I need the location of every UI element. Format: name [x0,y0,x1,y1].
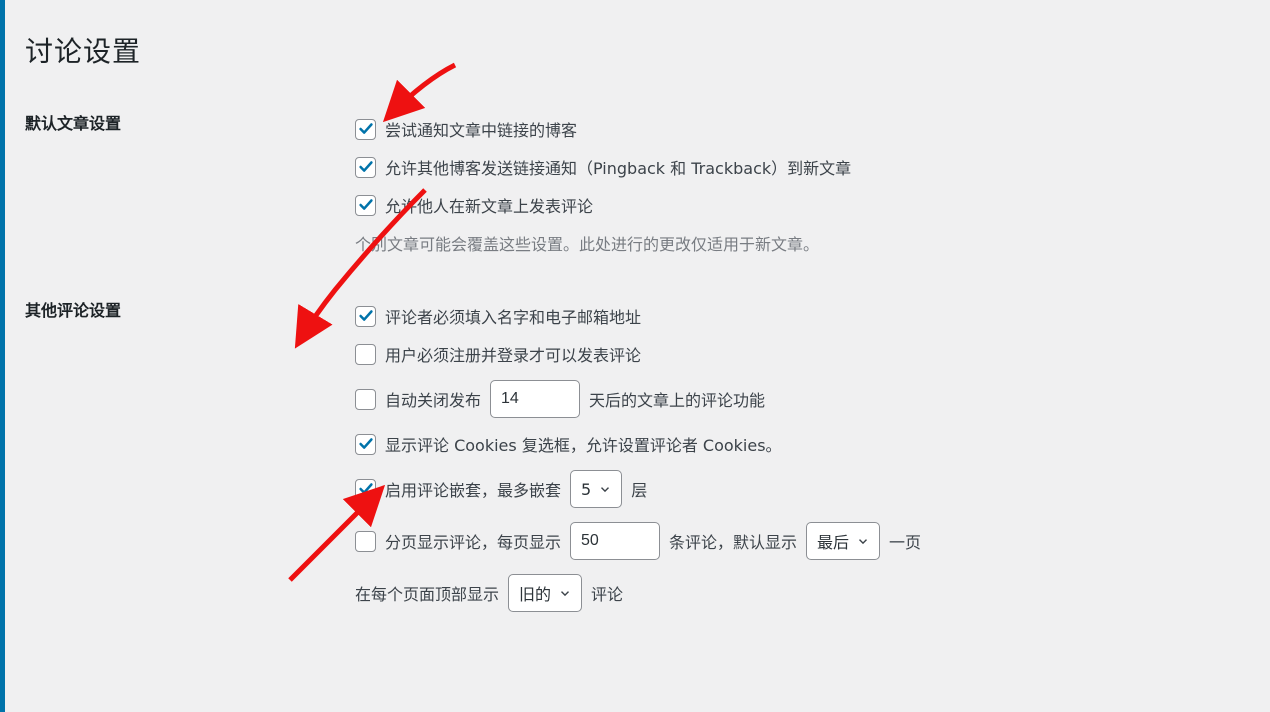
select-comment-order[interactable]: 旧的 [508,574,582,612]
label-order-suffix: 评论 [591,581,623,605]
label-require-name-email: 评论者必须填入名字和电子邮箱地址 [385,304,641,328]
label-show-cookies-optin: 显示评论 Cookies 复选框，允许设置评论者 Cookies。 [385,432,782,456]
select-default-page-value: 最后 [817,529,849,553]
form-table: 默认文章设置 尝试通知文章中链接的博客 允许其他博客发送链接通知（Pingbac… [25,100,1250,644]
select-default-page[interactable]: 最后 [806,522,880,560]
select-thread-levels-value: 5 [581,480,591,499]
note-default-article: 个别文章可能会覆盖这些设置。此处进行的更改仅适用于新文章。 [355,224,1250,262]
page-title: 讨论设置 [25,10,1250,90]
checkbox-require-name-email[interactable] [355,306,376,327]
label-notify-linked-blogs: 尝试通知文章中链接的博客 [385,117,577,141]
input-comments-per-page[interactable] [570,522,660,560]
checkbox-auto-close-comments[interactable] [355,389,376,410]
label-allow-pingback: 允许其他博客发送链接通知（Pingback 和 Trackback）到新文章 [385,155,851,179]
label-threaded-prefix: 启用评论嵌套，最多嵌套 [385,477,561,501]
section-heading-default-article: 默认文章设置 [25,100,355,287]
checkbox-notify-linked-blogs[interactable] [355,119,376,140]
settings-wrap: 讨论设置 默认文章设置 尝试通知文章中链接的博客 允许其他博客发送链接通知（Pi… [5,0,1270,644]
checkbox-show-cookies-optin[interactable] [355,434,376,455]
label-order-prefix: 在每个页面顶部显示 [355,581,499,605]
label-threaded-suffix: 层 [631,477,647,501]
checkbox-paginate-comments[interactable] [355,531,376,552]
checkbox-require-registration[interactable] [355,344,376,365]
checkbox-allow-pingback[interactable] [355,157,376,178]
chevron-down-icon [855,533,871,549]
label-paginate-prefix: 分页显示评论，每页显示 [385,529,561,553]
section-heading-other-comments: 其他评论设置 [25,287,355,644]
chevron-down-icon [597,481,613,497]
label-auto-close-suffix: 天后的文章上的评论功能 [589,387,765,411]
label-auto-close-prefix: 自动关闭发布 [385,387,481,411]
label-require-registration: 用户必须注册并登录才可以发表评论 [385,342,641,366]
checkbox-allow-comments[interactable] [355,195,376,216]
label-paginate-suffix: 一页 [889,529,921,553]
chevron-down-icon [557,585,573,601]
select-comment-order-value: 旧的 [519,581,551,605]
label-allow-comments: 允许他人在新文章上发表评论 [385,193,593,217]
label-paginate-mid: 条评论，默认显示 [669,529,797,553]
checkbox-threaded-comments[interactable] [355,479,376,500]
select-thread-levels[interactable]: 5 [570,470,622,508]
input-close-days[interactable] [490,380,580,418]
